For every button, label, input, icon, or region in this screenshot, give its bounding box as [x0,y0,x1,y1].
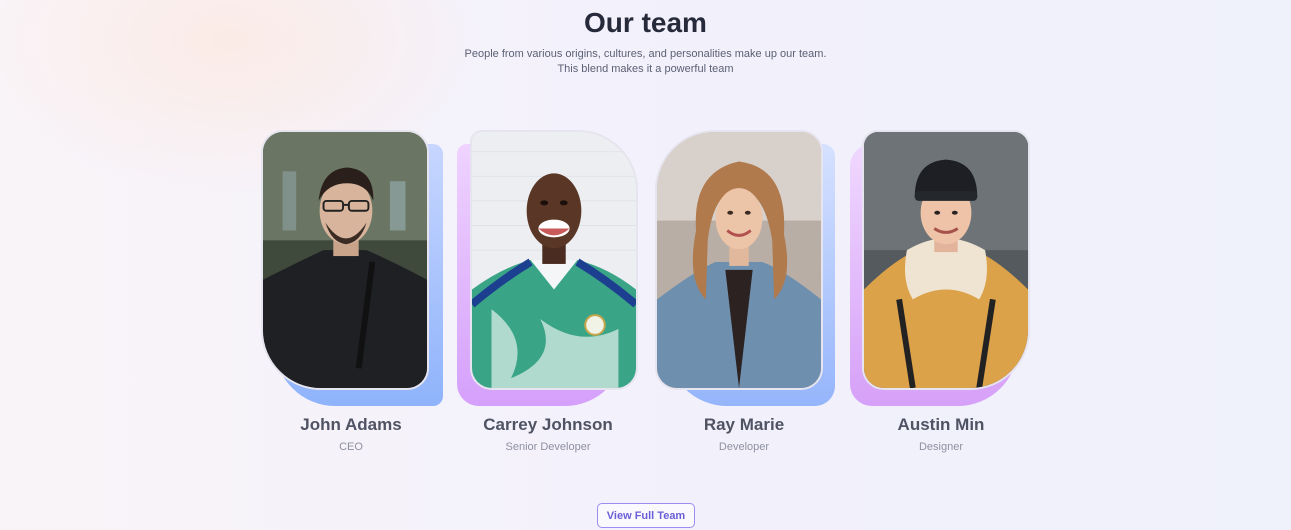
member-role: Designer [918,441,964,453]
subtitle-line-2: This blend makes it a powerful team [557,63,734,75]
section-title: Our team [584,7,707,38]
member-name: Ray Marie [703,415,785,434]
member-role: Developer [718,441,770,453]
team-member-card-carrey-johnson: Carrey Johnson Senior Developer [457,130,660,460]
member-photo-austin-min [862,130,1030,390]
member-name: John Adams [300,415,402,434]
member-role: Senior Developer [505,441,591,453]
team-member-card-austin-min: Austin Min Designer [850,130,1052,460]
member-name: Austin Min [897,415,985,434]
member-photo-john-adams [261,130,429,390]
team-member-card-ray-marie: Ray Marie Developer [655,130,845,460]
member-photo-carrey-johnson [470,130,638,390]
member-role: CEO [339,441,363,453]
member-photo-ray-marie [655,130,823,390]
member-name: Carrey Johnson [483,415,613,434]
team-member-card-john-adams: John Adams CEO [261,130,451,460]
view-full-team-button[interactable]: View Full Team [597,503,695,528]
section-subtitle: People from various origins, cultures, a… [0,47,1291,77]
subtitle-line-1: People from various origins, cultures, a… [464,48,827,60]
